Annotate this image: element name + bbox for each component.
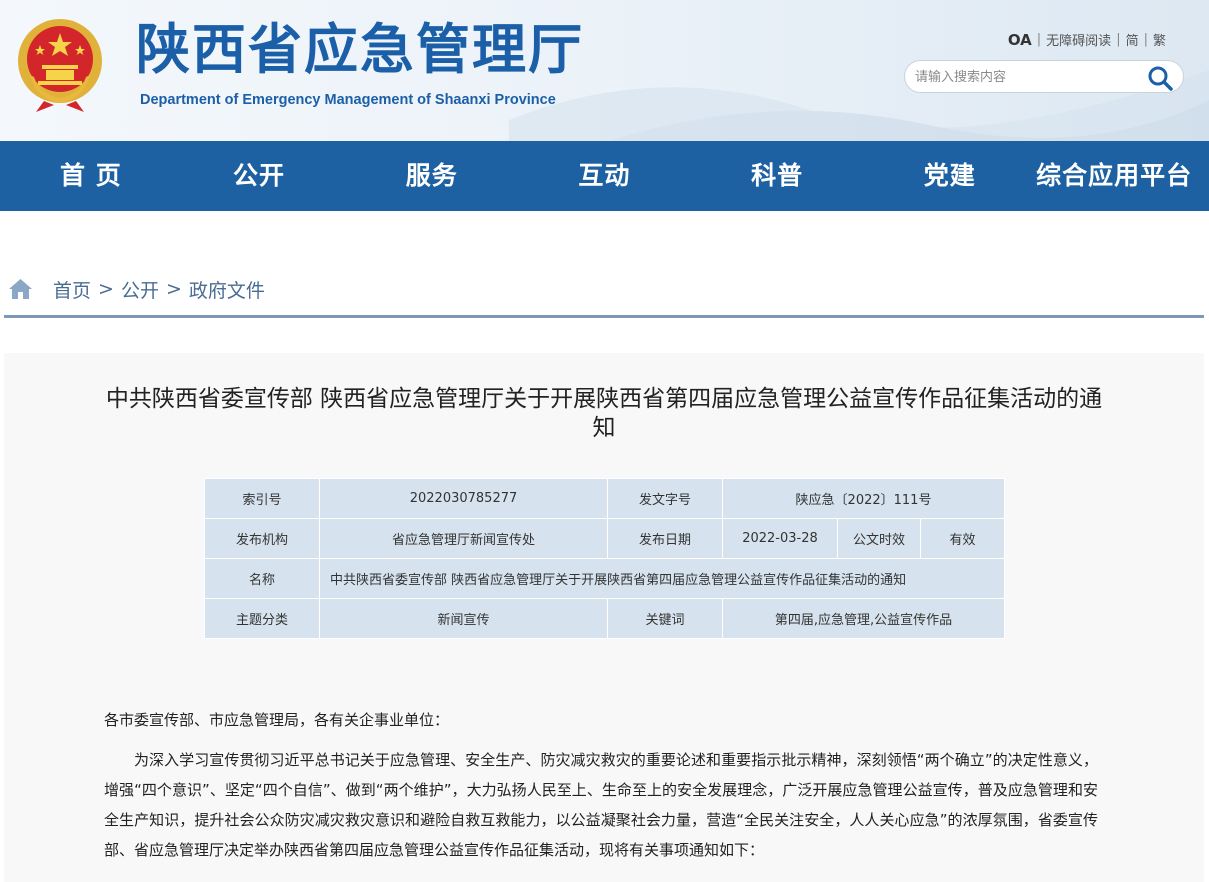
breadcrumb-separator: > <box>98 278 114 300</box>
doc-number-value: 陕应急〔2022〕111号 <box>721 478 1006 519</box>
topic-value: 新闻宣传 <box>319 598 608 639</box>
index-label: 索引号 <box>204 478 320 519</box>
simplified-chinese-link[interactable]: 简 <box>1126 30 1139 49</box>
nav-item-home[interactable]: 首 页 <box>0 141 173 211</box>
index-value: 2022030785277 <box>319 478 608 519</box>
breadcrumb: 首页 > 公开 > 政府文件 <box>8 274 265 304</box>
org-value: 省应急管理厅新闻宣传处 <box>319 518 608 559</box>
nav-item-party[interactable]: 党建 <box>863 141 1036 211</box>
nav-item-public[interactable]: 公开 <box>173 141 346 211</box>
table-row: 发布机构 省应急管理厅新闻宣传处 发布日期 2022-03-28 公文时效 有效 <box>204 518 1006 559</box>
article-paragraph: 为深入学习宣传贯彻习近平总书记关于应急管理、安全生产、防灾减灾救灾的重要论述和重… <box>104 751 1098 859</box>
breadcrumb-home[interactable]: 首页 <box>53 276 91 303</box>
validity-label: 公文时效 <box>837 518 921 559</box>
link-separator: | <box>1036 32 1042 47</box>
table-row: 名称 中共陕西省委宣传部 陕西省应急管理厅关于开展陕西省第四届应急管理公益宣传作… <box>204 558 1006 599</box>
topic-label: 主题分类 <box>204 598 320 639</box>
site-header: 陕西省应急管理厅 Department of Emergency Managem… <box>0 0 1209 141</box>
table-row: 索引号 2022030785277 发文字号 陕应急〔2022〕111号 <box>204 478 1006 519</box>
breadcrumb-divider <box>4 315 1204 318</box>
article-body: 各市委宣传部、市应急管理局，各有关企事业单位： 为深入学习宣传贯彻习近平总书记关… <box>104 705 1098 865</box>
article-panel: 中共陕西省委宣传部 陕西省应急管理厅关于开展陕西省第四届应急管理公益宣传作品征集… <box>4 353 1204 882</box>
org-label: 发布机构 <box>204 518 320 559</box>
site-title: 陕西省应急管理厅 <box>136 18 584 81</box>
link-separator: | <box>1143 32 1148 47</box>
name-value: 中共陕西省委宣传部 陕西省应急管理厅关于开展陕西省第四届应急管理公益宣传作品征集… <box>318 558 1006 599</box>
breadcrumb-public[interactable]: 公开 <box>121 276 159 303</box>
article-title: 中共陕西省委宣传部 陕西省应急管理厅关于开展陕西省第四届应急管理公益宣传作品征集… <box>105 386 1103 441</box>
home-icon[interactable] <box>8 278 33 300</box>
article-greeting: 各市委宣传部、市应急管理局，各有关企事业单位： <box>104 711 450 729</box>
national-emblem-icon <box>18 19 102 112</box>
doc-number-label: 发文字号 <box>607 478 723 519</box>
accessibility-link[interactable]: 无障碍阅读 <box>1046 30 1111 49</box>
date-value: 2022-03-28 <box>722 518 838 559</box>
validity-value: 有效 <box>919 518 1006 559</box>
main-nav: 首 页 公开 服务 互动 科普 党建 综合应用平台 <box>0 141 1209 211</box>
search-box <box>904 60 1184 93</box>
traditional-chinese-link[interactable]: 繁 <box>1153 30 1166 49</box>
breadcrumb-separator: > <box>165 278 182 300</box>
nav-item-service[interactable]: 服务 <box>345 141 518 211</box>
nav-item-interaction[interactable]: 互动 <box>518 141 691 211</box>
link-separator: | <box>1116 32 1121 47</box>
keywords-value: 第四届,应急管理,公益宣传作品 <box>721 598 1006 639</box>
breadcrumb-gov-docs[interactable]: 政府文件 <box>189 276 265 303</box>
search-input[interactable] <box>915 67 1135 87</box>
table-row: 主题分类 新闻宣传 关键词 第四届,应急管理,公益宣传作品 <box>204 598 1006 639</box>
top-links: OA | 无障碍阅读 | 简 | 繁 <box>1008 30 1166 50</box>
document-meta-table: 索引号 2022030785277 发文字号 陕应急〔2022〕111号 发布机… <box>204 478 1006 639</box>
keywords-label: 关键词 <box>607 598 723 639</box>
site-subtitle: Department of Emergency Management of Sh… <box>140 92 556 108</box>
nav-item-science[interactable]: 科普 <box>691 141 864 211</box>
name-label: 名称 <box>204 558 320 599</box>
date-label: 发布日期 <box>607 518 723 559</box>
nav-item-platform[interactable]: 综合应用平台 <box>1036 141 1209 211</box>
oa-link[interactable]: OA <box>1008 31 1032 49</box>
search-icon[interactable] <box>1147 65 1173 91</box>
